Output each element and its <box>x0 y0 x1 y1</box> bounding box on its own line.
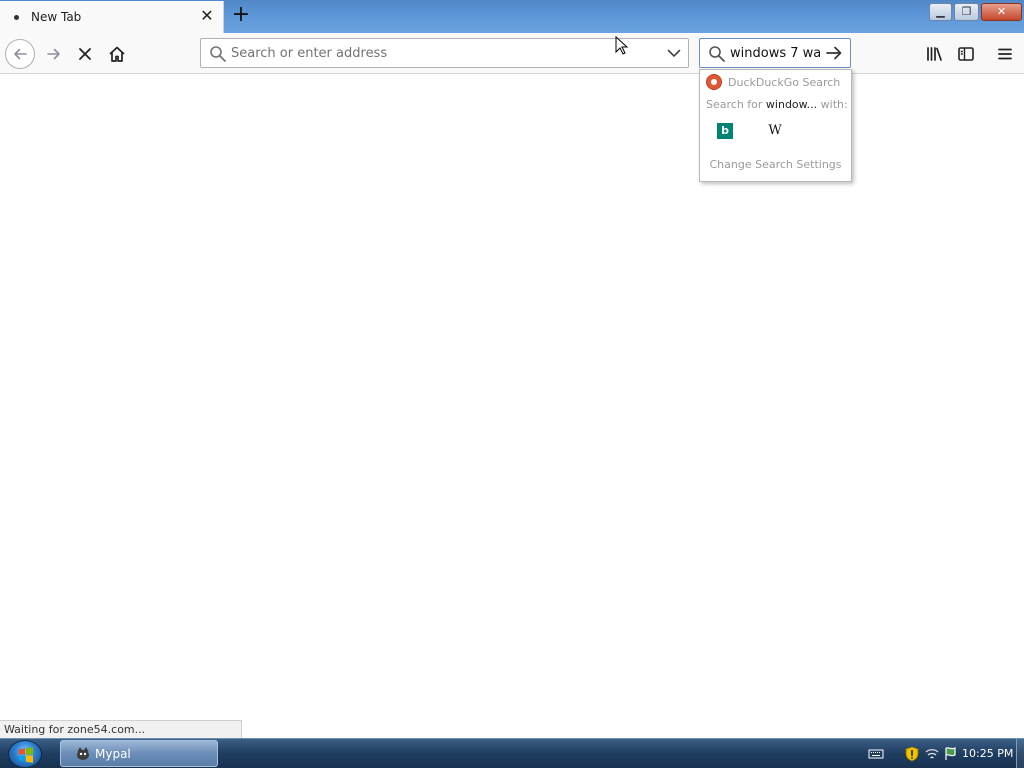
tab-title: New Tab <box>31 10 82 24</box>
taskbar: Mypal 10:25 PM <box>0 738 1024 768</box>
one-off-engines-row: b W <box>700 120 851 146</box>
network-icon[interactable] <box>924 746 940 762</box>
wikipedia-icon[interactable]: W <box>767 123 783 139</box>
forward-button[interactable] <box>40 40 68 68</box>
keyboard-icon[interactable] <box>868 746 884 762</box>
taskbar-app-mypal[interactable]: Mypal <box>60 740 218 767</box>
search-icon <box>210 46 226 62</box>
home-button[interactable] <box>103 40 131 68</box>
page-content[interactable] <box>0 74 1024 719</box>
sidebar-icon <box>958 47 974 61</box>
back-button[interactable] <box>5 39 35 69</box>
change-search-settings-button[interactable]: Change Search Settings <box>700 158 851 171</box>
search-icon <box>709 46 725 62</box>
show-desktop-button[interactable] <box>1016 739 1024 768</box>
status-bar: Waiting for zone54.com... <box>0 720 242 738</box>
security-shield-icon[interactable] <box>904 746 920 762</box>
address-input[interactable] <box>231 43 651 63</box>
hamburger-menu-icon <box>998 48 1012 60</box>
chevron-down-icon[interactable] <box>666 45 682 61</box>
window-restore-button[interactable]: ❐ <box>954 3 979 21</box>
duckduckgo-icon <box>706 74 722 90</box>
new-tab-button[interactable]: + <box>230 4 252 28</box>
search-input[interactable] <box>730 43 820 63</box>
taskbar-clock[interactable]: 10:25 PM <box>962 747 1013 760</box>
search-bar[interactable] <box>699 38 851 68</box>
mouse-cursor-icon <box>615 36 629 55</box>
taskbar-app-label: Mypal <box>95 747 131 761</box>
back-arrow-icon <box>14 48 27 60</box>
library-icon <box>927 47 942 61</box>
menu-button[interactable] <box>991 40 1019 68</box>
sidebar-button[interactable] <box>952 40 980 68</box>
tab-new-tab[interactable]: New Tab ✕ <box>0 1 224 33</box>
mypal-icon <box>77 747 89 760</box>
window-minimize-button[interactable]: ▁ <box>929 3 952 21</box>
navigation-toolbar <box>0 33 1024 74</box>
window-close-button[interactable]: ✕ <box>981 3 1022 21</box>
engine-name: DuckDuckGo Search <box>728 75 841 89</box>
home-icon <box>109 46 125 62</box>
library-button[interactable] <box>920 40 948 68</box>
forward-arrow-icon <box>47 48 60 60</box>
windows-logo-icon <box>19 747 33 763</box>
loading-dot-icon <box>14 15 19 20</box>
search-suggestions-popup: DuckDuckGo Search Search for window... w… <box>699 69 852 182</box>
start-button[interactable] <box>8 740 42 768</box>
stop-button[interactable] <box>71 40 99 68</box>
title-bar: New Tab ✕ + ▁ ❐ ✕ <box>0 0 1024 33</box>
action-center-flag-icon[interactable] <box>942 746 958 762</box>
popup-engine-header: DuckDuckGo Search <box>706 74 840 90</box>
bing-icon[interactable]: b <box>717 123 733 139</box>
tab-close-icon[interactable]: ✕ <box>198 7 216 25</box>
search-for-label: Search for window... with: <box>706 98 848 111</box>
stop-icon <box>79 48 91 60</box>
search-query: window... <box>765 98 818 111</box>
go-arrow-icon[interactable] <box>824 43 844 63</box>
